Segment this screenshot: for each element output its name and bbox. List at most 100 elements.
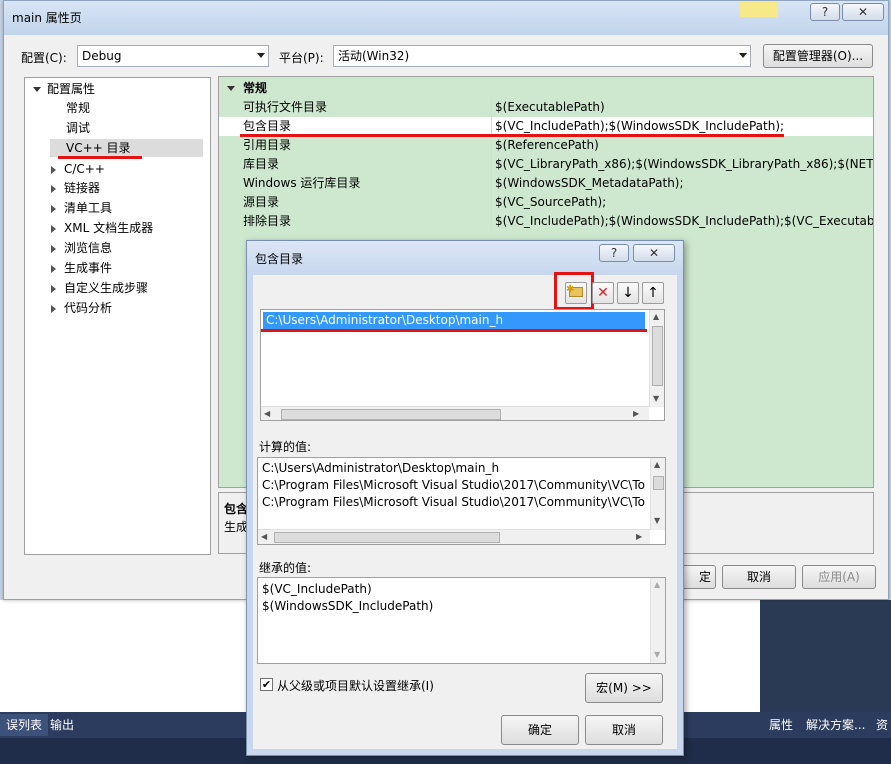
list-horizontal-scrollbar[interactable]: ◀ ▶ — [261, 406, 649, 420]
tree-item-custom-build[interactable]: 自定义生成步骤 — [51, 279, 148, 297]
platform-label: 平台(P): — [279, 51, 324, 65]
tree-item-xml-doc[interactable]: XML 文档生成器 — [51, 219, 153, 237]
arrow-up-icon: ↑ — [647, 285, 659, 301]
tree-item-manifest[interactable]: 清单工具 — [51, 199, 112, 217]
macro-button[interactable]: 宏(M) >> — [585, 673, 663, 703]
platform-value: 活动(Win32) — [338, 49, 410, 63]
tree-item-config-properties[interactable]: 配置属性 — [33, 80, 95, 98]
main-apply-button[interactable]: 应用(A) — [802, 565, 876, 589]
tree-item-browse-info[interactable]: 浏览信息 — [51, 239, 112, 257]
collapsed-triangle-icon — [51, 244, 56, 253]
tab-resource[interactable]: 资 — [876, 714, 888, 736]
list-item: C:\Program Files\Microsoft Visual Studio… — [262, 478, 645, 492]
tree-item-code-analysis[interactable]: 代码分析 — [51, 299, 112, 317]
list-vertical-scrollbar[interactable]: ▲ ▼ — [649, 310, 664, 407]
arrow-down-icon: ↓ — [622, 285, 634, 301]
scroll-left-icon[interactable]: ◀ — [264, 409, 270, 419]
scroll-down-icon[interactable]: ▼ — [654, 516, 660, 526]
tree-item-general[interactable]: 常规 — [66, 99, 90, 117]
tree-item-debugging[interactable]: 调试 — [66, 119, 90, 137]
list-item: C:\Program Files\Microsoft Visual Studio… — [262, 495, 645, 509]
tab-error-list[interactable]: 误列表 — [0, 714, 49, 736]
list-item-selected[interactable]: C:\Users\Administrator\Desktop\main_h — [263, 312, 645, 329]
description-text: 生成 — [224, 520, 249, 534]
computed-horizontal-scrollbar[interactable]: ◀ ▶ — [258, 529, 650, 544]
platform-combo[interactable]: 活动(Win32) — [333, 45, 751, 67]
config-combo[interactable]: Debug — [77, 45, 269, 67]
main-cancel-button[interactable]: 取消 — [722, 565, 796, 589]
move-up-button[interactable]: ↑ — [642, 282, 664, 304]
grid-row-executable[interactable]: 可执行文件目录 $(ExecutablePath) — [219, 98, 873, 117]
list-item: $(WindowsSDK_IncludePath) — [262, 599, 434, 613]
sub-close-button[interactable]: ✕ — [633, 244, 675, 262]
grid-row-winrt[interactable]: Windows 运行库目录 $(WindowsSDK_MetadataPath)… — [219, 174, 873, 193]
tree-item-vc-directories[interactable]: VC++ 目录 — [66, 139, 131, 157]
sub-dialog-titlebar: 包含目录 ? ✕ — [247, 241, 683, 275]
close-icon: ✕ — [648, 246, 660, 260]
collapsed-triangle-icon — [51, 264, 56, 273]
scroll-thumb[interactable] — [653, 476, 664, 490]
computed-vertical-scrollbar[interactable]: ▲ ▼ — [650, 458, 665, 530]
grid-row-exclude[interactable]: 排除目录 $(VC_IncludePath);$(WindowsSDK_Incl… — [219, 212, 873, 231]
cancel-button[interactable]: 取消 — [585, 715, 663, 745]
scroll-down-icon[interactable]: ▼ — [653, 394, 659, 404]
config-value: Debug — [82, 49, 122, 63]
scroll-thumb[interactable] — [281, 409, 501, 420]
dialog-titlebar: main 属性页 ? ✕ — [4, 1, 888, 35]
red-annotation-box-top — [554, 272, 594, 275]
inherit-checkbox-label: 从父级或项目默认设置继承(I) — [277, 679, 434, 693]
collapsed-triangle-icon — [51, 204, 56, 213]
grid-column-divider — [491, 97, 492, 231]
move-down-button[interactable]: ↓ — [617, 282, 639, 304]
tree-item-cpp[interactable]: C/C++ — [51, 160, 105, 178]
help-button[interactable]: ? — [810, 3, 840, 21]
description-title: 包含 — [224, 502, 249, 516]
new-line-button[interactable]: ✱ — [565, 282, 587, 304]
list-item: C:\Users\Administrator\Desktop\main_h — [262, 461, 500, 475]
scroll-up-icon[interactable]: ▲ — [654, 460, 660, 470]
tab-solution-explorer[interactable]: 解决方案... — [806, 714, 865, 736]
new-folder-icon: ✱ — [566, 284, 583, 297]
red-annotation-underline — [240, 134, 784, 137]
scroll-up-icon[interactable]: ▲ — [653, 312, 659, 322]
tab-output[interactable]: 输出 — [44, 714, 80, 736]
grid-row-library[interactable]: 库目录 $(VC_LibraryPath_x86);$(WindowsSDK_L… — [219, 155, 873, 174]
chevron-down-icon — [257, 53, 265, 58]
tab-properties[interactable]: 属性 — [769, 714, 793, 736]
collapsed-triangle-icon — [51, 284, 56, 293]
vs-right-panel — [760, 600, 891, 712]
scroll-down-icon[interactable]: ▼ — [654, 650, 660, 660]
chevron-down-icon — [739, 53, 747, 58]
scroll-thumb[interactable] — [274, 532, 500, 543]
tree-item-linker[interactable]: 链接器 — [51, 179, 100, 197]
scroll-right-icon[interactable]: ▶ — [636, 532, 642, 542]
sub-help-button[interactable]: ? — [599, 244, 629, 262]
computed-values-list[interactable]: C:\Users\Administrator\Desktop\main_h C:… — [257, 457, 666, 545]
delete-line-button[interactable]: ✕ — [592, 282, 614, 304]
scroll-left-icon[interactable]: ◀ — [261, 532, 267, 542]
scroll-thumb[interactable] — [652, 326, 663, 386]
include-path-list[interactable]: C:\Users\Administrator\Desktop\main_h ▲ … — [260, 309, 665, 421]
expanded-triangle-icon — [33, 87, 41, 92]
close-button[interactable]: ✕ — [842, 3, 884, 21]
delete-icon: ✕ — [597, 285, 609, 301]
list-item: $(VC_IncludePath) — [262, 582, 372, 596]
inherit-checkbox[interactable]: ✔ — [260, 678, 273, 691]
inherited-values-list[interactable]: $(VC_IncludePath) $(WindowsSDK_IncludePa… — [257, 577, 666, 664]
ok-button[interactable]: 确定 — [501, 715, 579, 745]
config-label: 配置(C): — [21, 51, 67, 65]
scroll-up-icon[interactable]: ▲ — [654, 580, 660, 590]
red-annotation-box-left — [554, 272, 557, 310]
grid-row-source[interactable]: 源目录 $(VC_SourcePath); — [219, 193, 873, 212]
red-annotation-underline — [261, 329, 647, 332]
inherited-vertical-scrollbar[interactable]: ▲ ▼ — [650, 578, 665, 663]
grid-row-reference[interactable]: 引用目录 $(ReferencePath) — [219, 136, 873, 155]
tree-item-build-events[interactable]: 生成事件 — [51, 259, 112, 277]
grid-section-header[interactable]: 常规 — [219, 79, 873, 98]
collapsed-triangle-icon — [51, 224, 56, 233]
titlebar-decoration — [740, 1, 778, 17]
expanded-triangle-icon — [227, 86, 235, 91]
collapsed-triangle-icon — [51, 304, 56, 313]
scroll-right-icon[interactable]: ▶ — [633, 409, 639, 419]
config-manager-button[interactable]: 配置管理器(O)... — [763, 44, 873, 68]
